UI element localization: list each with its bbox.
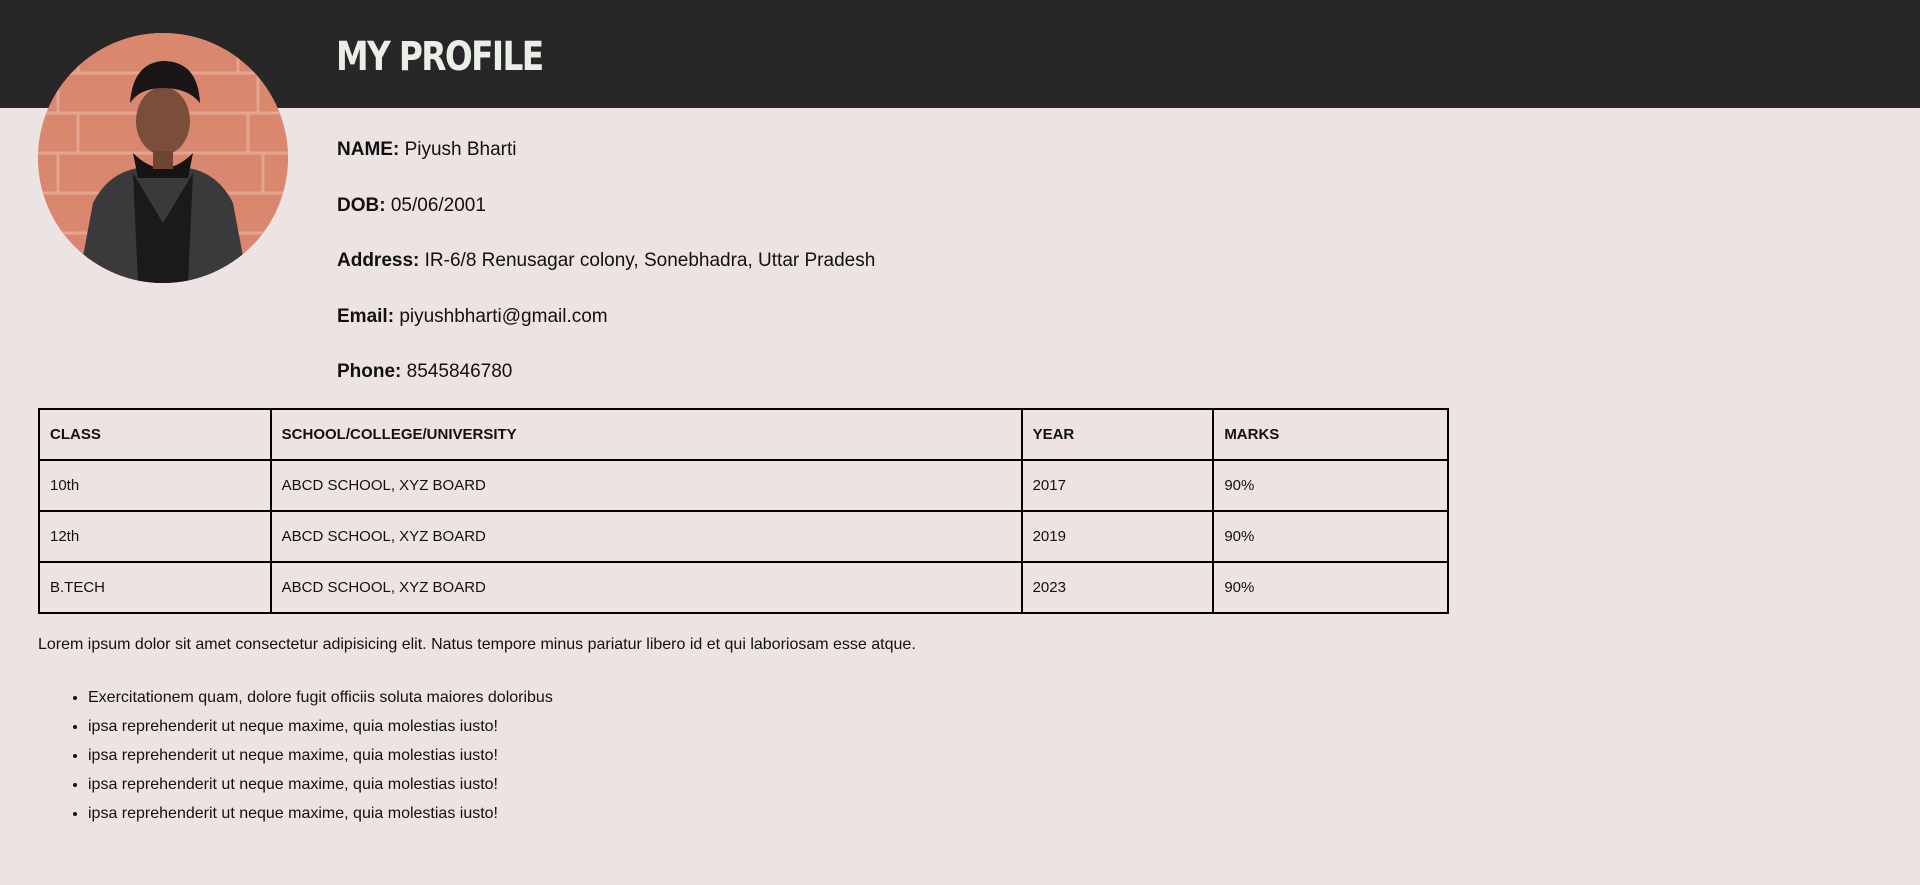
dob-row: DOB: 05/06/2001 [337, 192, 875, 248]
column-header-marks: MARKS [1212, 408, 1449, 461]
email-label: Email: [337, 305, 395, 327]
profile-photo [38, 33, 288, 283]
cell-year: 2019 [1020, 510, 1215, 563]
table-row: 12th ABCD SCHOOL, XYZ BOARD 2019 90% [38, 510, 1449, 563]
table-header-row: CLASS SCHOOL/COLLEGE/UNIVERSITY YEAR MAR… [38, 408, 1449, 461]
address-label: Address: [337, 250, 420, 271]
list-item: ipsa reprehenderit ut neque maxime, quia… [88, 712, 553, 741]
table-row: 10th ABCD SCHOOL, XYZ BOARD 2017 90% [38, 459, 1449, 512]
cell-school: ABCD SCHOOL, XYZ BOARD [269, 459, 1023, 512]
cell-year: 2017 [1020, 459, 1215, 512]
table-row: B.TECH ABCD SCHOOL, XYZ BOARD 2023 90% [38, 561, 1449, 614]
cell-marks: 90% [1212, 459, 1449, 512]
phone-label: Phone: [337, 361, 402, 382]
dob-value: 05/06/2001 [390, 194, 486, 216]
cell-school: ABCD SCHOOL, XYZ BOARD [269, 510, 1023, 563]
name-row: NAME: Piyush Bharti [337, 136, 875, 192]
about-paragraph: Lorem ipsum dolor sit amet consectetur a… [38, 636, 916, 653]
column-header-school: SCHOOL/COLLEGE/UNIVERSITY [269, 408, 1023, 461]
cell-marks: 90% [1212, 561, 1449, 614]
cell-year: 2023 [1020, 561, 1215, 614]
cell-marks: 90% [1212, 510, 1449, 563]
cell-class: B.TECH [38, 561, 272, 614]
page-header [0, 0, 1920, 108]
avatar [38, 33, 288, 283]
name-label: NAME: [337, 139, 400, 160]
cell-school: ABCD SCHOOL, XYZ BOARD [269, 561, 1023, 614]
list-item: ipsa reprehenderit ut neque maxime, quia… [88, 770, 553, 799]
address-value: IR-6/8 Renusagar colony, Sonebhadra, Utt… [424, 250, 876, 271]
email-row: Email: piyushbharti@gmail.com [337, 303, 875, 359]
phone-value: 8545846780 [406, 361, 513, 382]
about-list: Exercitationem quam, dolore fugit offici… [88, 683, 553, 828]
page-title: MY PROFILE [336, 34, 544, 80]
phone-row: Phone: 8545846780 [337, 358, 875, 414]
list-item: ipsa reprehenderit ut neque maxime, quia… [88, 799, 553, 828]
name-value: Piyush Bharti [404, 139, 517, 160]
address-row: Address: IR-6/8 Renusagar colony, Sonebh… [337, 247, 875, 303]
list-item: ipsa reprehenderit ut neque maxime, quia… [88, 741, 553, 770]
cell-class: 10th [38, 459, 272, 512]
cell-class: 12th [38, 510, 272, 563]
list-item: Exercitationem quam, dolore fugit offici… [88, 683, 553, 712]
dob-label: DOB: [337, 194, 386, 216]
education-table: CLASS SCHOOL/COLLEGE/UNIVERSITY YEAR MAR… [38, 408, 1449, 614]
email-value: piyushbharti@gmail.com [399, 305, 608, 327]
column-header-class: CLASS [38, 408, 272, 461]
column-header-year: YEAR [1020, 408, 1215, 461]
profile-info: NAME: Piyush Bharti DOB: 05/06/2001 Addr… [337, 136, 875, 414]
